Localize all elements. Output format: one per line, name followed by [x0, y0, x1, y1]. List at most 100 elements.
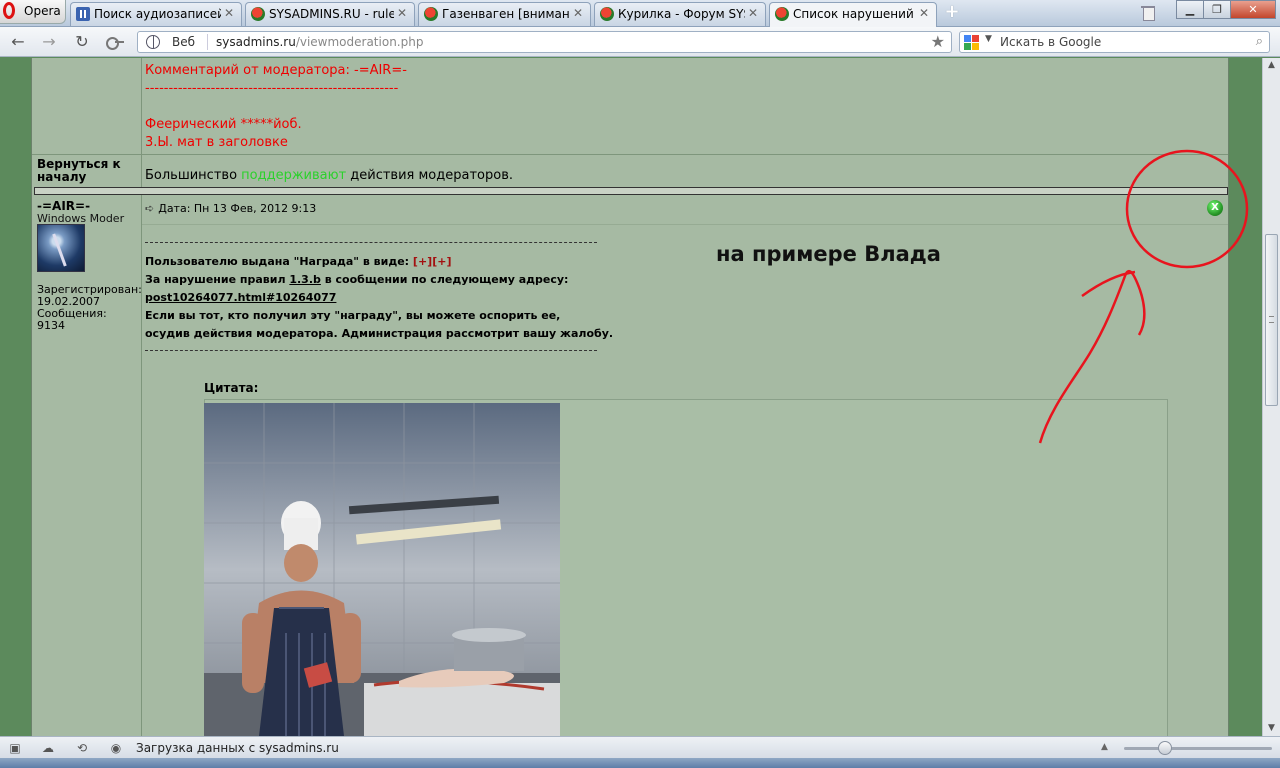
- forward-arrow-icon[interactable]: →: [40, 33, 58, 51]
- tab-label: Поиск аудиозаписей ...: [94, 7, 221, 21]
- row-divider: [32, 154, 1228, 155]
- tab-gazenvagen[interactable]: Газенваген [внимание... ✕: [418, 2, 591, 26]
- trash-icon[interactable]: [1141, 4, 1157, 21]
- pause-icon: [76, 7, 90, 21]
- violation-line: За нарушение правил 1.3.b в сообщении по…: [145, 271, 613, 289]
- comment-line: Феерический *****йоб.: [145, 117, 302, 132]
- rule-link[interactable]: 1.3.b: [289, 273, 321, 286]
- comment-line: 3.Ы. мат в заголовке: [145, 135, 288, 150]
- tab-bar: Opera Поиск аудиозаписей ... ✕ SYSADMINS…: [0, 0, 1280, 27]
- opera-logo-icon: [3, 2, 15, 19]
- new-tab-plus-icon[interactable]: +: [942, 3, 962, 22]
- tab-kurilka[interactable]: Курилка - Форум SYS... ✕: [594, 2, 766, 26]
- opera-menu-label: Opera: [24, 4, 61, 18]
- quote-label: Цитата:: [204, 381, 259, 395]
- key-icon[interactable]: [106, 37, 124, 50]
- post-link[interactable]: post10264077.html#10264077: [145, 291, 336, 304]
- post-link-line: post10264077.html#10264077: [145, 289, 613, 307]
- tab-close-icon[interactable]: ✕: [919, 6, 931, 20]
- award-line: Пользователю выдана "Награда" в виде: [+…: [145, 253, 613, 271]
- status-bar: ▣ ☁ ⟲ ◉ Загрузка данных с sysadmins.ru ▲: [0, 736, 1280, 758]
- browser-window: Opera Поиск аудиозаписей ... ✕ SYSADMINS…: [0, 0, 1280, 768]
- post-divider: [34, 187, 1228, 195]
- award-top-separator: [145, 242, 597, 243]
- award-value: [+][+]: [412, 255, 452, 268]
- address-separator: [207, 34, 208, 50]
- majority-highlight: поддерживают: [241, 168, 347, 183]
- tab-close-icon[interactable]: ✕: [748, 6, 760, 20]
- speed-dial-icon[interactable]: ◉: [109, 741, 123, 755]
- share-icon[interactable]: ⟲: [75, 741, 89, 755]
- award-text: Пользователю выдана "Награда" в виде:: [145, 255, 410, 268]
- search-icon[interactable]: ⌕: [1256, 34, 1263, 49]
- post-arrow-icon[interactable]: ➪: [145, 202, 154, 215]
- violation-prefix: За нарушение правил: [145, 273, 286, 286]
- address-scheme-label: Веб: [172, 35, 196, 49]
- close-x-icon[interactable]: X: [1207, 200, 1223, 216]
- opera-menu-button[interactable]: Opera: [0, 0, 66, 24]
- bookmark-star-icon[interactable]: ★: [931, 32, 945, 51]
- address-path: /viewmoderation.php: [295, 35, 424, 49]
- google-icon: [964, 35, 980, 51]
- minimize-button[interactable]: ▁: [1176, 0, 1204, 19]
- scroll-up-icon[interactable]: ▲: [1266, 60, 1277, 71]
- address-url[interactable]: sysadmins.ru/viewmoderation.php: [216, 35, 423, 49]
- back-arrow-icon[interactable]: ←: [9, 33, 27, 51]
- appeal-line-1: Если вы тот, кто получил эту "награду", …: [145, 309, 561, 322]
- panel-toggle-icon[interactable]: ▣: [8, 741, 22, 755]
- tab-audio-search[interactable]: Поиск аудиозаписей ... ✕: [70, 2, 242, 26]
- majority-note: Большинство поддерживают действия модера…: [145, 168, 513, 183]
- address-field[interactable]: Веб sysadmins.ru/viewmoderation.php ★: [137, 31, 952, 53]
- violation-suffix: в сообщении по следующему адресу:: [324, 273, 569, 286]
- address-host: sysadmins.ru: [216, 35, 296, 49]
- post-header-divider: [142, 224, 1228, 225]
- appeal-line-2: осудив действия модератора. Администраци…: [145, 327, 614, 340]
- cloud-icon[interactable]: ☁: [41, 741, 55, 755]
- moderator-comment: Комментарий от модератора: -=AIR=-: [145, 63, 407, 78]
- tab-label: Курилка - Форум SYS...: [618, 7, 745, 21]
- restore-button[interactable]: ❐: [1203, 0, 1231, 19]
- messages-count: 9134: [37, 319, 65, 332]
- post-header: ➪ Дата: Пн 13 Фев, 2012 9:13: [145, 202, 316, 215]
- back-to-top-link[interactable]: Вернуться к началу: [37, 158, 137, 184]
- sysadmins-favicon-icon: [251, 7, 265, 21]
- os-taskbar: [0, 758, 1280, 768]
- tab-violations-list[interactable]: Список нарушений ✕: [769, 2, 937, 27]
- tab-label: Газенваген [внимание...: [442, 7, 570, 21]
- page-viewport: Комментарий от модератора: -=AIR=- -----…: [0, 58, 1262, 736]
- zoom-dropdown-icon[interactable]: ▲: [1101, 742, 1108, 752]
- close-window-button[interactable]: ✕: [1230, 0, 1276, 19]
- tab-sysadmins-rules[interactable]: SYSADMINS.RU - rules ✕: [245, 2, 415, 26]
- vertical-scrollbar[interactable]: ▲ ▼: [1262, 58, 1280, 736]
- zoom-slider[interactable]: [1124, 747, 1272, 750]
- forum-table: Комментарий от модератора: -=AIR=- -----…: [31, 58, 1229, 736]
- reload-icon[interactable]: ↻: [73, 33, 91, 51]
- window-controls: ▁ ❐ ✕: [1176, 0, 1276, 19]
- tab-label: Список нарушений: [793, 7, 914, 21]
- post-author[interactable]: -=AIR=-: [37, 199, 90, 213]
- quoted-photo: [204, 403, 560, 736]
- majority-after: действия модераторов.: [346, 168, 513, 183]
- navigation-bar: ← → ↻ Веб sysadmins.ru/viewmoderation.ph…: [0, 27, 1280, 57]
- scroll-down-icon[interactable]: ▼: [1266, 723, 1277, 734]
- award-block: Пользователю выдана "Награда" в виде: [+…: [145, 253, 613, 343]
- zoom-slider-knob[interactable]: [1158, 741, 1172, 755]
- tab-label: SYSADMINS.RU - rules: [269, 7, 394, 21]
- scroll-grip-icon: [1269, 316, 1274, 323]
- comment-separator: ----------------------------------------…: [145, 81, 399, 96]
- sysadmins-favicon-icon: [775, 7, 789, 21]
- avatar: [37, 224, 85, 272]
- search-engine-dropdown-icon[interactable]: ▼: [985, 34, 992, 44]
- globe-icon: [146, 35, 160, 49]
- search-placeholder: Искать в Google: [1000, 35, 1102, 49]
- sysadmins-favicon-icon: [600, 7, 614, 21]
- scroll-thumb[interactable]: [1265, 234, 1278, 406]
- tab-close-icon[interactable]: ✕: [397, 6, 409, 20]
- tab-close-icon[interactable]: ✕: [573, 6, 585, 20]
- column-divider: [141, 58, 142, 736]
- majority-before: Большинство: [145, 168, 242, 183]
- search-field[interactable]: ▼ Искать в Google ⌕: [959, 31, 1270, 53]
- tab-close-icon[interactable]: ✕: [224, 6, 236, 20]
- annotation-text: на примере Влада: [716, 242, 941, 266]
- author-info: Зарегистрирован: 19.02.2007 Сообщения: 9…: [37, 284, 142, 332]
